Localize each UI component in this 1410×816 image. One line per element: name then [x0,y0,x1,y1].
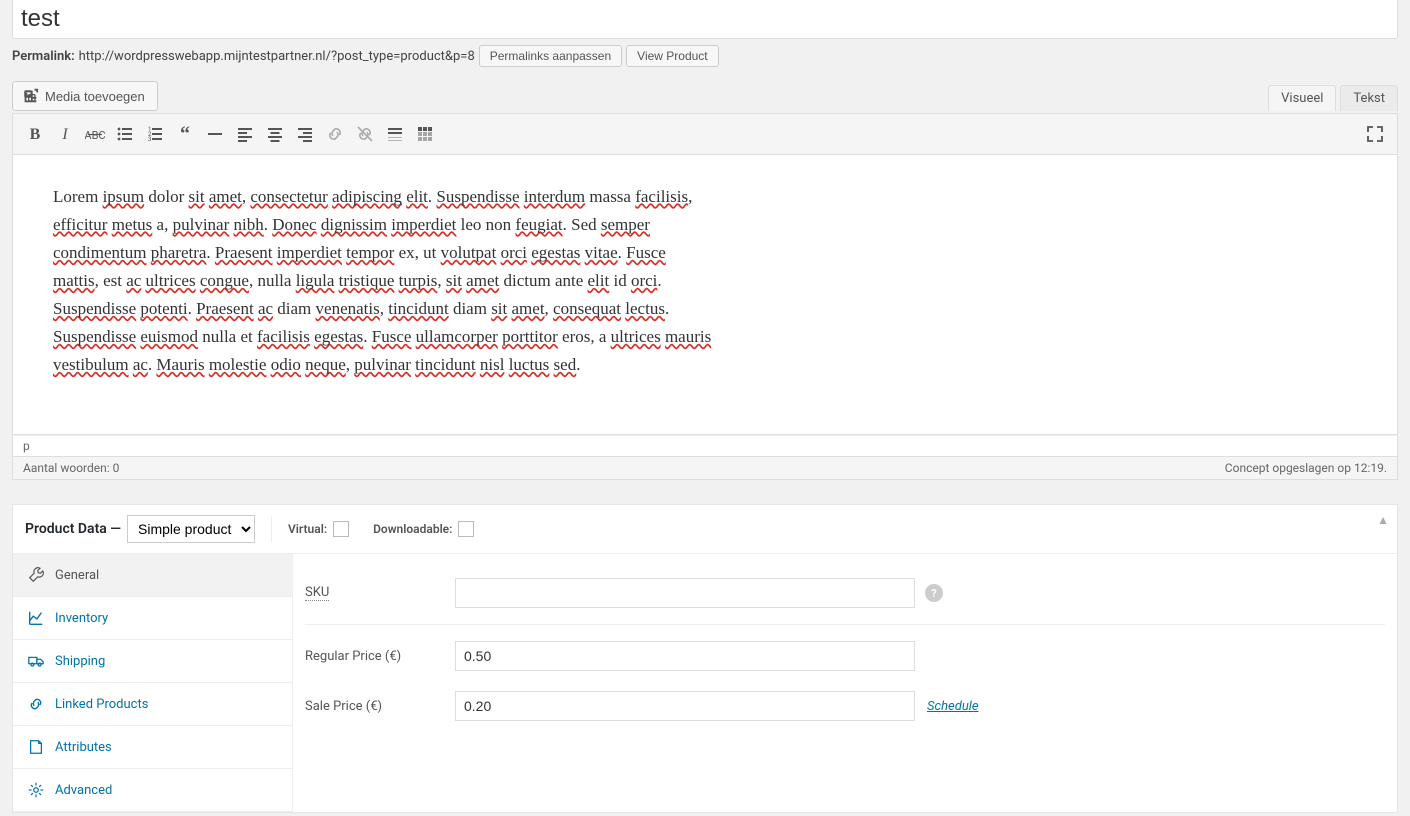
gear-icon [27,781,45,799]
tab-text[interactable]: Tekst [1340,85,1398,111]
word-count: Aantal woorden: 0 [23,461,119,475]
truck-icon [27,652,45,670]
tab-linked-products[interactable]: Linked Products [13,683,292,726]
regular-price-label: Regular Price (€) [305,649,455,664]
status-bar: Aantal woorden: 0 Concept opgeslagen op … [12,456,1398,480]
product-type-select[interactable]: Simple product [127,515,255,543]
draft-saved: Concept opgeslagen op 12:19. [1225,461,1387,475]
bullet-list-button[interactable] [111,120,139,148]
insert-more-button[interactable] [381,120,409,148]
toolbar-toggle-button[interactable] [411,120,439,148]
permalink-url: http://wordpresswebapp.mijntestpartner.n… [79,49,475,64]
svg-text:ABC: ABC [85,129,105,142]
svg-text:I: I [61,126,68,143]
tab-inventory[interactable]: Inventory [13,597,292,640]
virtual-label: Virtual: [288,521,349,537]
align-left-button[interactable] [231,120,259,148]
editor-wrap: Media toevoegen Visueel Tekst B I ABC 12… [12,81,1398,480]
regular-price-input[interactable] [455,641,915,671]
product-data-panel-general: SKU ? Regular Price (€) Sale Price (€) S… [292,554,1397,812]
sku-label: SKU [305,585,455,601]
edit-permalink-button[interactable]: Permalinks aanpassen [479,45,622,67]
title-box [12,0,1398,39]
chart-icon [27,609,45,627]
sale-price-input[interactable] [455,691,915,721]
svg-text:3: 3 [148,136,151,143]
media-icon [21,87,39,105]
product-data-metabox: Product Data — Simple product Virtual: D… [12,504,1398,813]
permalink-label: Permalink: [12,49,75,64]
bold-button[interactable]: B [21,120,49,148]
sale-price-label: Sale Price (€) [305,699,455,714]
add-media-label: Media toevoegen [45,89,145,104]
virtual-checkbox[interactable] [333,521,349,537]
numbered-list-button[interactable]: 123 [141,120,169,148]
blockquote-button[interactable]: “ [171,120,199,148]
product-data-header: Product Data — Simple product Virtual: D… [13,505,1397,554]
product-data-tabs: General Inventory Shipping Linked Produc… [13,554,293,812]
svg-text:“: “ [180,124,190,144]
tab-advanced[interactable]: Advanced [13,769,292,812]
downloadable-label: Downloadable: [373,521,474,537]
product-data-title: Product Data — [25,521,121,537]
unlink-button[interactable] [351,120,379,148]
tab-shipping[interactable]: Shipping [13,640,292,683]
view-product-button[interactable]: View Product [626,45,718,67]
editor-tabs: Visueel Tekst [1268,85,1398,111]
title-input[interactable] [21,3,1389,35]
metabox-toggle[interactable]: ▲ [1377,513,1389,527]
editor-content[interactable]: Lorem ipsum dolor sit amet, consectetur … [12,155,1398,435]
tab-general[interactable]: General [13,554,292,597]
schedule-link[interactable]: Schedule [927,699,979,714]
editor-toolbar: B I ABC 123 “ [12,113,1398,155]
hr-button[interactable] [201,120,229,148]
align-center-button[interactable] [261,120,289,148]
wrench-icon [27,566,45,584]
link-icon [27,695,45,713]
fullscreen-button[interactable] [1361,120,1389,148]
strikethrough-button[interactable]: ABC [81,120,109,148]
italic-button[interactable]: I [51,120,79,148]
align-right-button[interactable] [291,120,319,148]
element-path: p [12,435,1398,456]
add-media-button[interactable]: Media toevoegen [12,81,158,111]
note-icon [27,738,45,756]
permalink-row: Permalink: http://wordpresswebapp.mijnte… [12,45,1398,67]
tab-visual[interactable]: Visueel [1268,85,1336,111]
sku-input[interactable] [455,578,915,608]
link-button[interactable] [321,120,349,148]
tab-attributes[interactable]: Attributes [13,726,292,769]
help-icon[interactable]: ? [925,584,943,602]
svg-text:B: B [30,126,41,143]
downloadable-checkbox[interactable] [458,521,474,537]
